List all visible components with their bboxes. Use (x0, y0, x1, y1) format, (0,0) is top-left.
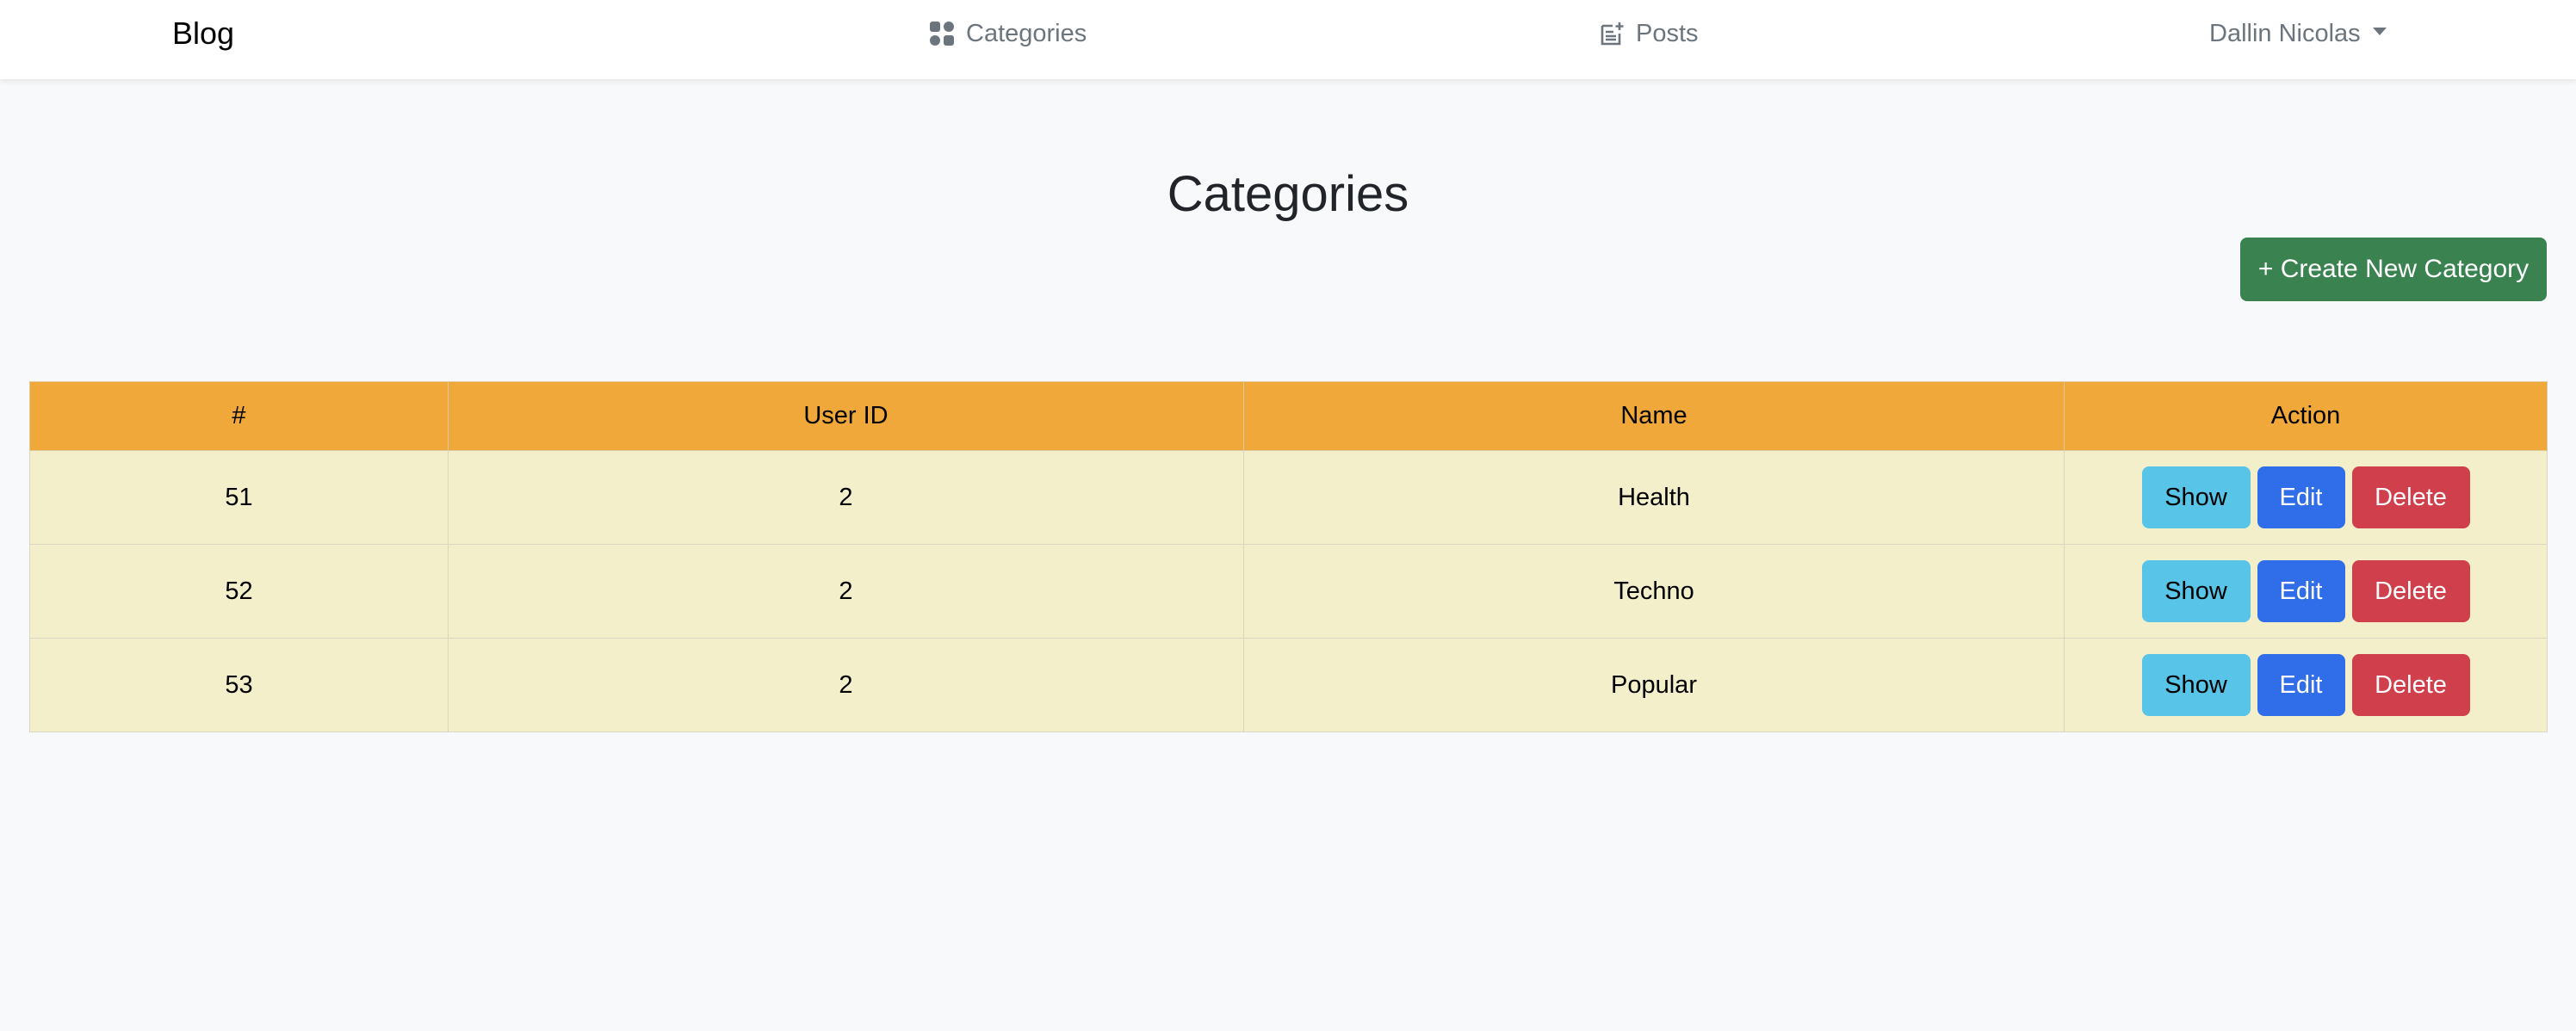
edit-button[interactable]: Edit (2257, 466, 2345, 528)
cell-id: 51 (29, 450, 449, 545)
cell-actions: Show Edit Delete (2064, 544, 2548, 639)
page-title: Categories (1167, 166, 1409, 222)
nav-categories-label: Categories (966, 19, 1087, 47)
navbar: Blog Categories Posts Dallin Nicolas (0, 0, 2576, 79)
table-header-row: # User ID Name Action (29, 381, 2548, 451)
cell-name: Health (1243, 450, 2065, 545)
nav-posts-link[interactable]: Posts (1598, 12, 1699, 55)
cell-user-id: 2 (448, 544, 1244, 639)
table-row: 51 2 Health Show Edit Delete (29, 450, 2548, 545)
show-button[interactable]: Show (2141, 560, 2251, 622)
post-add-icon (1598, 20, 1625, 47)
header-number: # (29, 381, 449, 451)
cell-id: 52 (29, 544, 449, 639)
nav-posts-label: Posts (1636, 19, 1699, 47)
cell-actions: Show Edit Delete (2064, 638, 2548, 732)
table-row: 53 2 Popular Show Edit Delete (29, 638, 2548, 732)
header-action: Action (2064, 381, 2548, 451)
categories-table: # User ID Name Action 51 2 Health Show E… (29, 381, 2548, 732)
cell-user-id: 2 (448, 638, 1244, 732)
create-category-button[interactable]: + Create New Category (2240, 238, 2547, 301)
edit-button[interactable]: Edit (2257, 560, 2345, 622)
header-user-id: User ID (448, 381, 1244, 451)
table-row: 52 2 Techno Show Edit Delete (29, 544, 2548, 639)
delete-button[interactable]: Delete (2351, 466, 2470, 528)
header-name: Name (1243, 381, 2065, 451)
edit-button[interactable]: Edit (2257, 654, 2345, 716)
show-button[interactable]: Show (2141, 466, 2251, 528)
grid-icon (928, 20, 956, 47)
brand-link[interactable]: Blog (172, 12, 234, 55)
delete-button[interactable]: Delete (2351, 560, 2470, 622)
nav-categories-link[interactable]: Categories (928, 12, 1087, 55)
categories-table-container: # User ID Name Action 51 2 Health Show E… (29, 381, 2548, 732)
caret-down-icon (2372, 27, 2387, 35)
cell-name: Popular (1243, 638, 2065, 732)
user-name: Dallin Nicolas (2209, 19, 2361, 47)
cell-actions: Show Edit Delete (2064, 450, 2548, 545)
show-button[interactable]: Show (2141, 654, 2251, 716)
delete-button[interactable]: Delete (2351, 654, 2470, 716)
cell-id: 53 (29, 638, 449, 732)
cell-name: Techno (1243, 544, 2065, 639)
user-menu-dropdown[interactable]: Dallin Nicolas (2209, 12, 2387, 55)
cell-user-id: 2 (448, 450, 1244, 545)
